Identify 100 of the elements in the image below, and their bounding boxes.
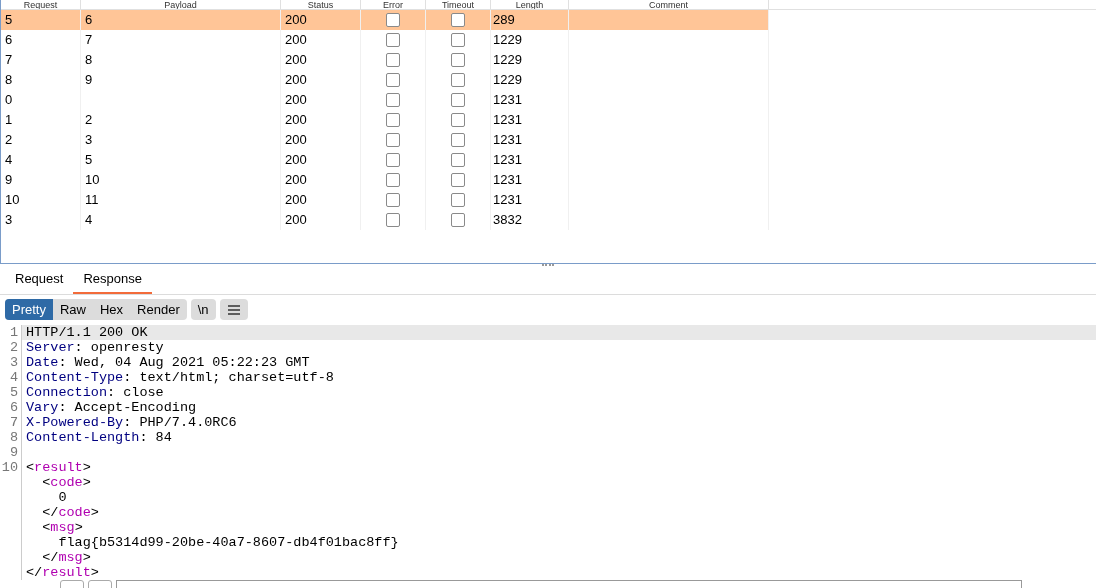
checkbox[interactable] [386,73,400,87]
table-cell-text: 5 [85,151,93,170]
table-cell-text: 5 [5,11,13,30]
table-cell-text: 200 [285,11,307,30]
tab[interactable]: Request [5,268,74,294]
code-line: Server: openresty [25,340,165,355]
table-cell-text: 4 [5,151,13,170]
table-cell-text: 8 [5,71,13,90]
code-line: </result> [25,565,100,580]
column-header[interactable]: Request [1,0,81,9]
line-number: 7 [9,415,18,430]
table-cell-text: 3832 [493,211,522,230]
checkbox[interactable] [386,53,400,67]
line-number: 8 [9,430,18,445]
table-cell-text: 200 [285,151,307,170]
checkbox[interactable] [386,153,400,167]
code-line: <code> [41,475,92,490]
code-line: X-Powered-By: PHP/7.4.0RC6 [25,415,238,430]
checkbox[interactable] [386,193,400,207]
table-cell-text: 200 [285,191,307,210]
column-header[interactable]: Error [361,0,426,9]
table-cell-text: 1 [5,111,13,130]
code-line: 0 [57,490,68,505]
table-cell-text: 2 [85,111,93,130]
checkbox[interactable] [386,133,400,147]
checkbox[interactable] [451,113,465,127]
column-header[interactable]: Status [281,0,361,9]
table-cell-text: 3 [5,211,13,230]
line-number: 2 [9,340,18,355]
view-mode-tab[interactable]: Pretty [5,299,53,320]
code-line: Content-Length: 84 [25,430,173,445]
table-cell-text: 200 [285,71,307,90]
table-cell-text: 1231 [493,171,522,190]
line-number: 3 [9,355,18,370]
table-cell-text: 4 [85,211,93,230]
table-cell-text: 6 [85,11,93,30]
checkbox[interactable] [451,173,465,187]
table-cell-text: 8 [85,51,93,70]
checkbox[interactable] [386,213,400,227]
line-number: 1 [9,325,18,340]
table-cell-text: 11 [85,191,99,210]
table-cell-text: 1231 [493,91,522,110]
column-header[interactable]: Payload [81,0,281,9]
code-line: <result> [25,460,92,475]
checkbox[interactable] [386,173,400,187]
checkbox[interactable] [451,193,465,207]
line-number: 9 [9,445,18,460]
table-cell-text: 1231 [493,131,522,150]
table-cell-text: 200 [285,211,307,230]
table-cell-text: 7 [85,31,93,50]
table-cell-text: 1231 [493,191,522,210]
line-number: 6 [9,400,18,415]
column-header[interactable]: Length [491,0,569,9]
column-header[interactable]: Timeout [426,0,491,9]
code-line: Content-Type: text/html; charset=utf-8 [25,370,335,385]
table-cell-text: 1229 [493,31,522,50]
checkbox[interactable] [386,93,400,107]
table-cell-text: 200 [285,31,307,50]
checkbox[interactable] [386,33,400,47]
table-cell-text: 1231 [493,111,522,130]
code-line: </msg> [41,550,92,565]
table-cell-text: 2 [5,131,13,150]
checkbox[interactable] [451,213,465,227]
column-header[interactable]: Comment [569,0,769,9]
table-cell-text: 6 [5,31,13,50]
line-number: 5 [9,385,18,400]
table-cell-text: 10 [85,171,100,190]
line-number: 10 [1,460,18,475]
table-row[interactable]: 5 6 200 289 [1,10,769,30]
checkbox[interactable] [386,113,400,127]
checkbox[interactable] [451,133,465,147]
code-line: <msg> [41,520,84,535]
checkbox[interactable] [451,33,465,47]
table-cell-text: 200 [285,131,307,150]
checkbox[interactable] [386,13,400,27]
view-mode-tab[interactable]: Render [130,299,187,320]
newline-toggle[interactable]: \n [190,299,216,320]
table-cell-text: 200 [285,51,307,70]
checkbox[interactable] [451,13,465,27]
table-cell-text: 1229 [493,71,522,90]
code-line: Vary: Accept-Encoding [25,400,198,415]
line-number: 4 [9,370,18,385]
checkbox[interactable] [451,93,465,107]
checkbox[interactable] [451,53,465,67]
table-cell-text: 200 [285,91,307,110]
checkbox[interactable] [451,73,465,87]
table-cell-text: 3 [85,131,93,150]
code-line: </code> [41,505,100,520]
table-cell-text: 9 [5,171,13,190]
checkbox[interactable] [451,153,465,167]
view-mode-tab[interactable]: Raw [52,299,93,320]
tab[interactable]: Response [73,268,152,294]
code-line: Date: Wed, 04 Aug 2021 05:22:23 GMT [25,355,311,370]
table-cell-text: 10 [5,191,20,210]
view-mode-tab[interactable]: Hex [93,299,131,320]
table-cell-text: 1231 [493,151,522,170]
table-cell-text: 0 [5,91,13,110]
splitter-handle[interactable] [542,264,554,266]
menu-icon [227,304,240,315]
menu-button[interactable] [219,299,248,320]
